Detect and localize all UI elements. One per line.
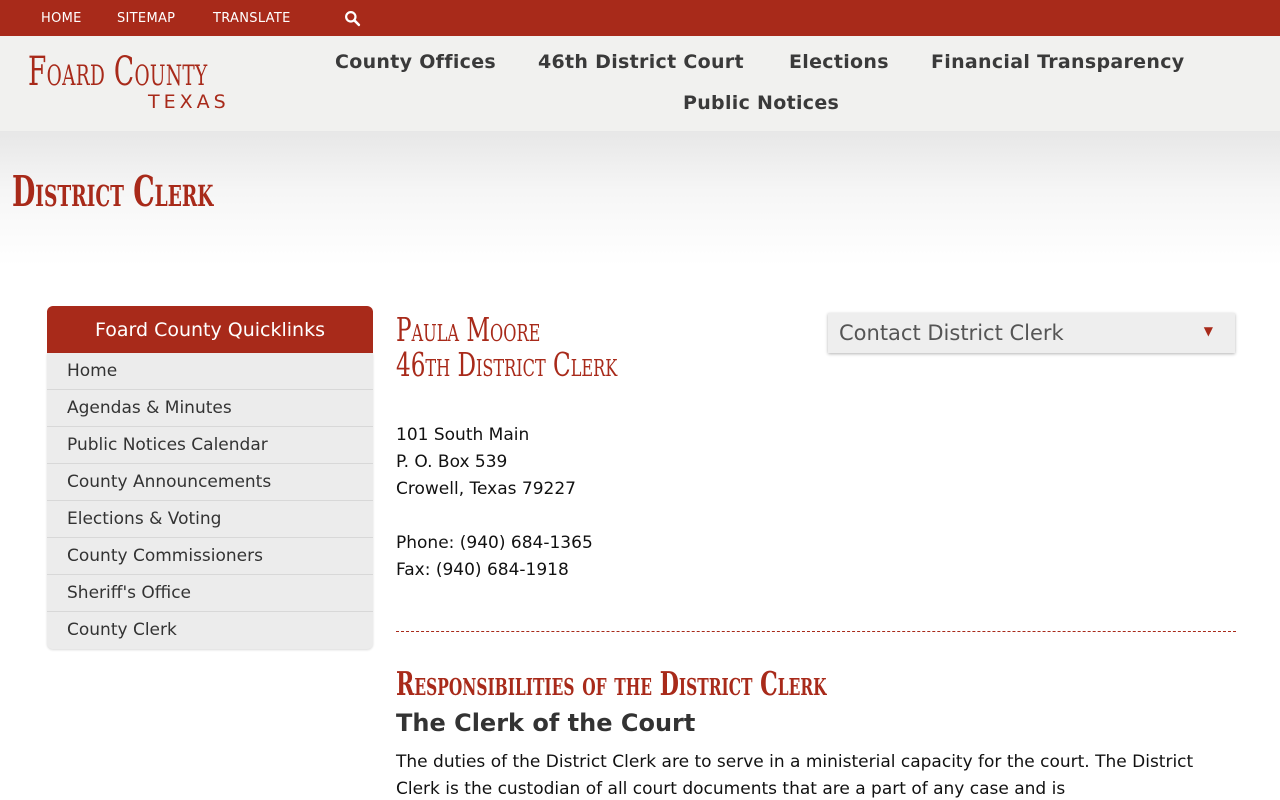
nav-financial-transparency[interactable]: Financial Transparency [931,49,1184,75]
section-paragraph: The duties of the District Clerk are to … [396,752,1194,799]
quicklinks-list: Home Agendas & Minutes Public Notices Ca… [47,353,373,649]
quicklink-public-notices-calendar[interactable]: Public Notices Calendar [47,427,373,464]
clerk-role: 46th District Clerk [396,345,618,384]
dropdown-arrow-icon: ▼ [1203,324,1213,338]
quicklink-county-commissioners[interactable]: County Commissioners [47,538,373,575]
address-line: 101 South Main [396,425,530,445]
address-line: Crowell, Texas 79227 [396,479,576,499]
contact-dropdown-label: Contact District Clerk [839,321,1064,345]
quicklink-county-announcements[interactable]: County Announcements [47,464,373,501]
utility-link-translate[interactable]: TRANSLATE [213,11,291,26]
contact-dropdown[interactable]: Contact District Clerk ▼ [828,313,1235,353]
contact-phone: Phone: (940) 684-1365 [396,533,593,553]
nav-county-offices[interactable]: County Offices [335,49,496,75]
nav-elections[interactable]: Elections [789,49,889,75]
quicklinks-title: Foard County Quicklinks [47,306,373,353]
logo-state-name: TEXAS [148,91,230,113]
clerk-heading: Paula Moore 46th District Clerk [396,312,617,382]
page-title: District Clerk [12,167,214,216]
quicklink-county-clerk[interactable]: County Clerk [47,612,373,649]
address-line: P. O. Box 539 [396,452,508,472]
site-header: Foard County TEXAS County Offices 46th D… [0,36,1280,131]
clerk-name: Paula Moore [396,310,541,349]
contact-address: 101 South Main P. O. Box 539 Crowell, Te… [396,422,593,584]
quicklink-elections-voting[interactable]: Elections & Voting [47,501,373,538]
section-divider [396,631,1236,632]
contact-fax: Fax: (940) 684-1918 [396,560,569,580]
quicklink-home[interactable]: Home [47,353,373,390]
address-spacer [396,503,593,530]
nav-public-notices[interactable]: Public Notices [683,90,839,116]
utility-link-home[interactable]: HOME [41,11,82,26]
page-banner: District Clerk [0,131,1280,266]
section-title: Responsibilities of the District Clerk [396,664,827,703]
logo-county-name: Foard County [28,49,208,95]
nav-district-court[interactable]: 46th District Court [538,49,744,75]
quicklink-sheriffs-office[interactable]: Sheriff's Office [47,575,373,612]
utility-link-sitemap[interactable]: SITEMAP [117,11,175,26]
quicklinks-sidebar: Foard County Quicklinks Home Agendas & M… [47,306,373,649]
section-subtitle: The Clerk of the Court [396,709,696,737]
search-icon[interactable] [344,10,361,27]
utility-bar: HOME SITEMAP TRANSLATE [0,0,1280,36]
quicklink-agendas-minutes[interactable]: Agendas & Minutes [47,390,373,427]
